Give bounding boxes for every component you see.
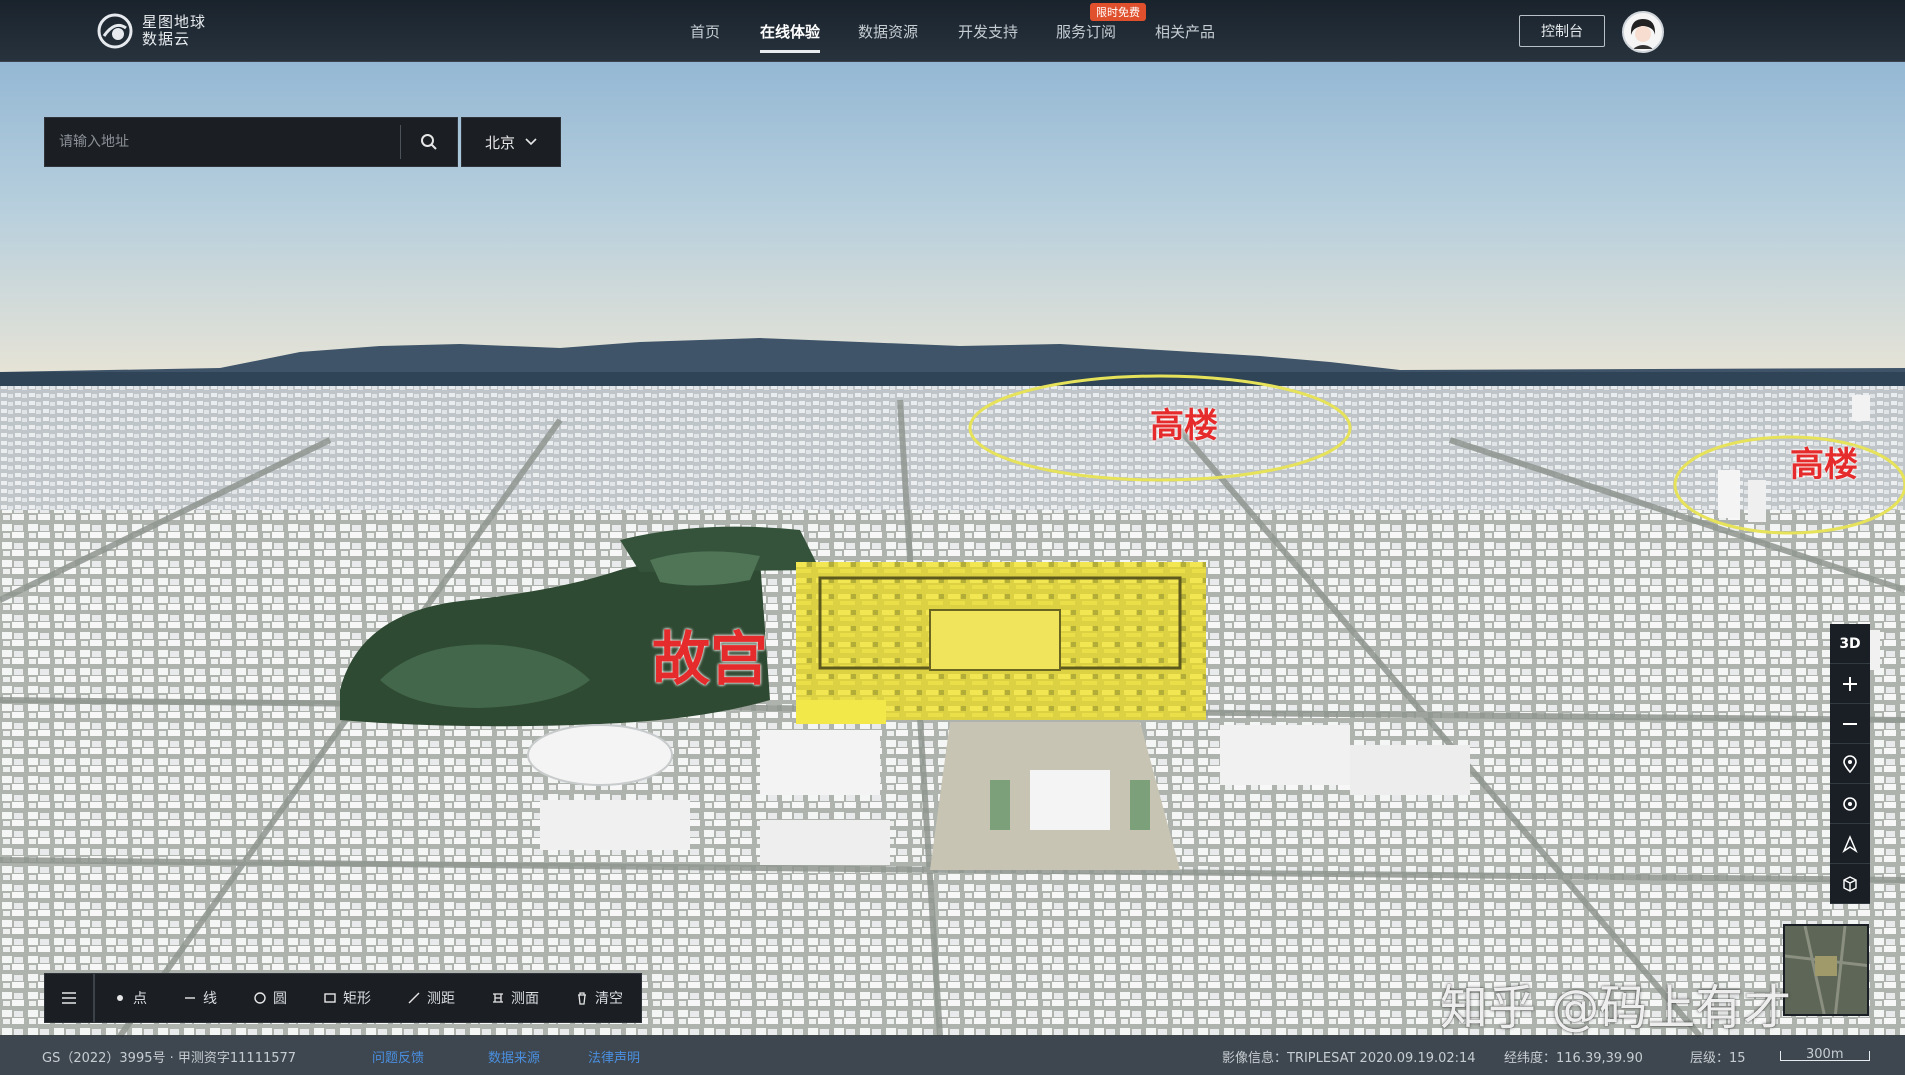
zhihu-watermark: 知乎 @码上有才: [1440, 980, 1792, 1036]
map-pin-icon: [1843, 754, 1857, 773]
clear-tool[interactable]: 清空: [557, 974, 641, 1022]
address-search-input[interactable]: [45, 118, 400, 166]
rectangle-icon: [324, 993, 336, 1003]
city-select[interactable]: 北京: [461, 117, 561, 167]
point-icon: [117, 995, 123, 1001]
toggle-3d-label: 3D: [1839, 635, 1861, 652]
nav-item-data-resources[interactable]: 数据资源: [858, 21, 918, 42]
circle-icon: [254, 992, 266, 1004]
plus-icon: [1843, 676, 1857, 691]
search-icon: [421, 134, 437, 150]
map-controls: 3D: [1830, 624, 1870, 904]
zoom-level-readout: 层级：15: [1690, 1051, 1746, 1066]
measure-distance-tool[interactable]: 测距: [389, 974, 473, 1022]
area-icon: [493, 993, 503, 1003]
data-source-link[interactable]: 数据来源: [488, 1047, 540, 1066]
nav-item-online-demo[interactable]: 在线体验: [760, 21, 820, 42]
nav-item-home[interactable]: 首页: [690, 21, 720, 42]
toolbar-menu-button[interactable]: [45, 974, 95, 1022]
draw-toolbar: 点 线 圆 矩形 测距 测面 清空: [44, 973, 642, 1023]
promo-badge: 限时免费: [1090, 3, 1146, 21]
imagery-info: 影像信息：TRIPLESAT 2020.09.19.02:14: [1222, 1051, 1476, 1066]
compass-button[interactable]: [1830, 824, 1870, 864]
search-bar: 北京: [44, 117, 561, 167]
compass-north-icon: [1842, 834, 1858, 853]
top-navbar: 星图地球 数据云 首页 在线体验 数据资源 开发支持 服务订阅 相关产品 限时免…: [0, 0, 1905, 62]
trash-icon: [578, 992, 586, 1005]
label-forbidden-city: 故宫: [652, 625, 769, 693]
draw-circle-label: 圆: [273, 991, 287, 1007]
zoom-in-button[interactable]: [1830, 664, 1870, 704]
search-box: [44, 117, 458, 167]
draw-circle-tool[interactable]: 圆: [235, 974, 305, 1022]
label-high-rise-1: 高楼: [1150, 406, 1218, 446]
legal-notice-link[interactable]: 法律声明: [588, 1047, 640, 1066]
user-avatar[interactable]: [1622, 11, 1664, 53]
draw-point-label: 点: [133, 991, 147, 1007]
nav-item-subscription[interactable]: 服务订阅: [1056, 21, 1116, 42]
minus-icon: [1843, 722, 1857, 725]
user-avatar-icon: [1624, 13, 1662, 51]
locate-me-button[interactable]: [1830, 784, 1870, 824]
measure-distance-label: 测距: [427, 991, 455, 1007]
measure-area-label: 测面: [511, 991, 539, 1007]
line-icon: [185, 997, 195, 999]
main-nav: 首页 在线体验 数据资源 开发支持 服务订阅 相关产品 限时免费: [0, 0, 1905, 62]
city-select-value: 北京: [484, 133, 515, 152]
ruler-icon: [408, 992, 420, 1004]
label-high-rise-2: 高楼: [1790, 445, 1858, 485]
scale-bar: [1780, 1051, 1870, 1061]
toggle-3d-button[interactable]: 3D: [1830, 624, 1870, 664]
menu-icon: [62, 992, 76, 1004]
search-button[interactable]: [401, 118, 457, 166]
coordinate-readout: 经纬度：116.39,39.90: [1504, 1051, 1643, 1066]
locate-target-icon: [1843, 796, 1857, 811]
nav-item-dev-support[interactable]: 开发支持: [958, 21, 1018, 42]
minimap-image: [1785, 926, 1867, 1014]
draw-rect-tool[interactable]: 矩形: [305, 974, 389, 1022]
nav-active-indicator: [760, 50, 820, 53]
clear-label: 清空: [595, 991, 623, 1007]
cube-icon: [1843, 875, 1857, 892]
console-button[interactable]: 控制台: [1519, 15, 1605, 47]
map-license-number: GS（2022）3995号 · 甲测资字11111577: [42, 1051, 297, 1066]
overview-minimap[interactable]: [1783, 924, 1869, 1016]
nav-item-products[interactable]: 相关产品: [1155, 21, 1215, 42]
status-bar: GS（2022）3995号 · 甲测资字11111577 问题反馈 数据来源 法…: [0, 1035, 1905, 1075]
draw-point-tool[interactable]: 点: [95, 974, 165, 1022]
zoom-out-button[interactable]: [1830, 704, 1870, 744]
layers-button[interactable]: [1830, 864, 1870, 904]
chevron-down-icon: [525, 138, 537, 146]
location-pin-button[interactable]: [1830, 744, 1870, 784]
draw-rect-label: 矩形: [343, 991, 371, 1007]
draw-line-label: 线: [203, 991, 217, 1007]
feedback-link[interactable]: 问题反馈: [372, 1047, 424, 1066]
draw-line-tool[interactable]: 线: [165, 974, 235, 1022]
measure-area-tool[interactable]: 测面: [473, 974, 557, 1022]
